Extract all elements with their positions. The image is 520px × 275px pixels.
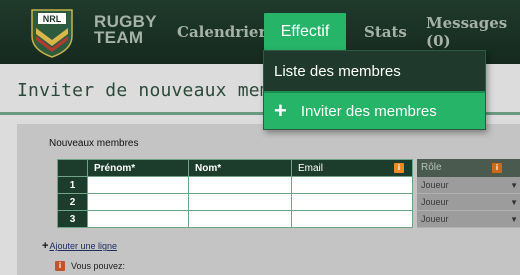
prenom-input[interactable] — [87, 176, 189, 194]
role-select-value: Joueur — [421, 180, 449, 190]
role-select[interactable]: Joueur ▼ — [417, 211, 520, 228]
plus-icon: + — [274, 98, 287, 123]
nav-effectif[interactable]: Effectif — [264, 13, 346, 50]
brand-line-2: TEAM — [94, 28, 144, 47]
caret-down-icon: ▼ — [510, 198, 518, 207]
nom-input[interactable] — [188, 176, 292, 194]
nom-input[interactable] — [188, 210, 292, 228]
table-row: 1 — [57, 176, 413, 194]
hint-row: i Vous pouvez: — [55, 261, 125, 271]
caret-down-icon: ▼ — [510, 181, 518, 190]
nav-calendrier[interactable]: Calendrier — [177, 0, 266, 64]
email-input[interactable] — [291, 193, 413, 211]
menu-item-label: Inviter des membres — [300, 102, 437, 120]
prenom-input[interactable] — [87, 193, 189, 211]
table-header-row: Prénom* Nom* Email i — [57, 159, 413, 177]
header-email-label: Email — [298, 162, 324, 174]
effectif-dropdown-menu: Liste des membres + Inviter des membres — [263, 50, 486, 130]
logo-text: NRL — [43, 14, 62, 24]
header-role-label: Rôle — [421, 162, 442, 173]
hint-text: Vous pouvez: — [71, 261, 126, 271]
menu-item-label: Liste des membres — [274, 62, 401, 80]
menu-item-liste-membres[interactable]: Liste des membres — [264, 51, 485, 91]
role-select-value: Joueur — [421, 197, 449, 207]
header-role: Rôle i — [417, 159, 520, 177]
table-row: 2 — [57, 193, 413, 211]
add-line-label: Ajouter une ligne — [49, 241, 117, 251]
nrl-logo[interactable]: NRL — [28, 8, 76, 58]
nom-input[interactable] — [188, 193, 292, 211]
prenom-input[interactable] — [87, 210, 189, 228]
role-select-value: Joueur — [421, 214, 449, 224]
row-index: 1 — [57, 176, 88, 194]
section-label: Nouveaux membres — [49, 138, 139, 149]
info-icon: i — [55, 261, 65, 271]
caret-down-icon: ▼ — [510, 215, 518, 224]
role-select[interactable]: Joueur ▼ — [417, 194, 520, 211]
header-prenom: Prénom* — [87, 159, 189, 177]
header-index — [57, 159, 88, 177]
info-icon[interactable]: i — [394, 163, 404, 173]
row-index: 3 — [57, 210, 88, 228]
add-line-link[interactable]: +Ajouter une ligne — [42, 240, 117, 252]
header-email: Email i — [291, 159, 413, 177]
email-input[interactable] — [291, 176, 413, 194]
role-column: Rôle i Joueur ▼ Joueur ▼ Joueur ▼ — [417, 159, 520, 228]
members-table: Prénom* Nom* Email i 1 2 3 — [57, 159, 413, 228]
brand-name[interactable]: RUGBY TEAM — [94, 13, 164, 47]
email-input[interactable] — [291, 210, 413, 228]
row-index: 2 — [57, 193, 88, 211]
header-nom: Nom* — [188, 159, 292, 177]
table-row: 3 — [57, 210, 413, 228]
info-icon[interactable]: i — [492, 163, 502, 173]
plus-icon: + — [42, 240, 49, 252]
menu-item-inviter-membres[interactable]: + Inviter des membres — [264, 91, 485, 129]
role-select[interactable]: Joueur ▼ — [417, 177, 520, 194]
